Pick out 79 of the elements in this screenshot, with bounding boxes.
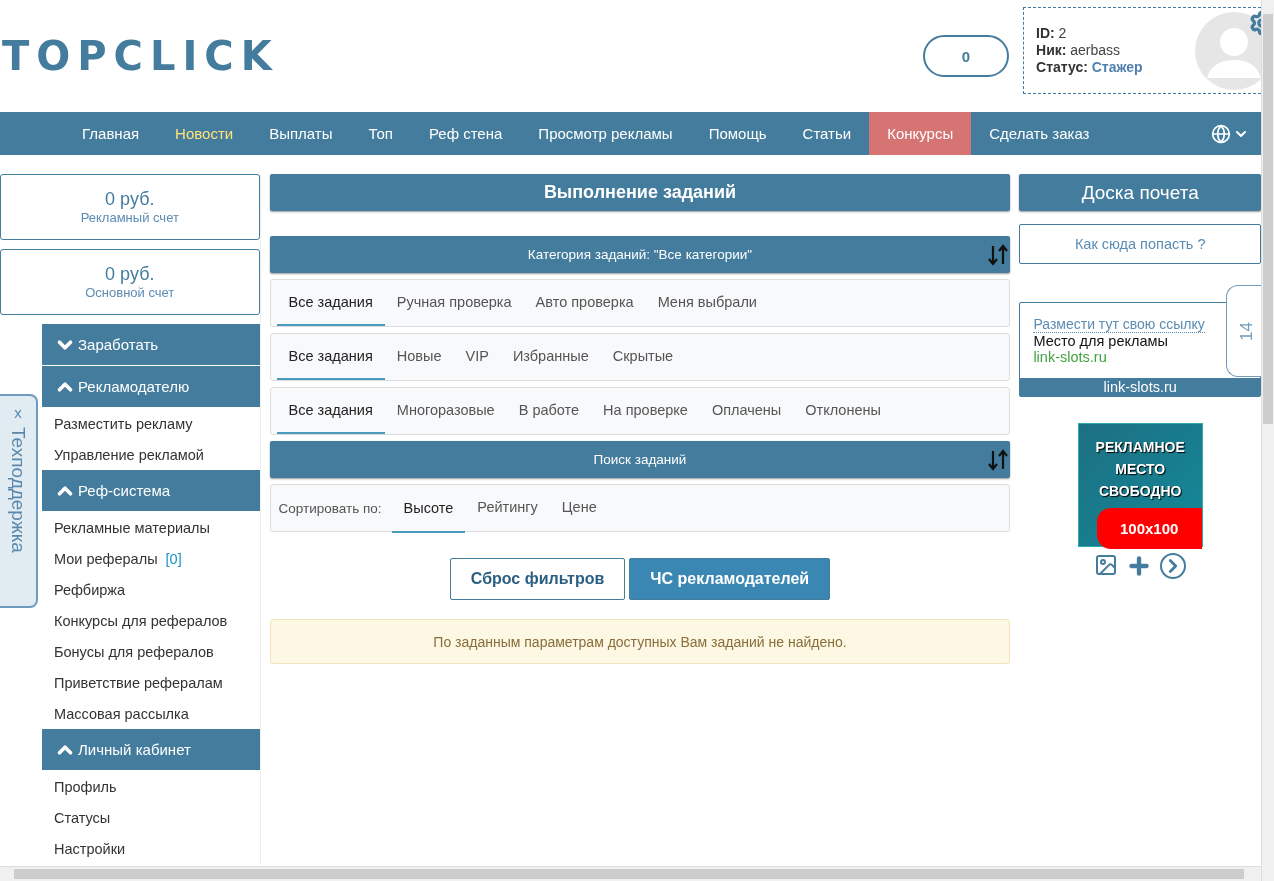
sidebar-item[interactable]: Профиль (42, 771, 260, 802)
banner-text: РЕКЛАМНОЕ (1095, 438, 1185, 457)
sidebar-item-label: Мои рефералы (54, 550, 158, 567)
empty-notice: По заданным параметрам доступных Вам заданий не найдено. (269, 619, 1011, 664)
blacklist-button[interactable]: ЧС рекламодателей (629, 558, 831, 600)
filter-tab[interactable]: Скрытые (600, 334, 686, 380)
site-logo[interactable]: TOPCLICK (2, 33, 279, 79)
banner-size: 100x100 (1096, 508, 1202, 549)
sort-tab[interactable]: Цене (549, 485, 609, 531)
balance-amount: 0 руб. (105, 189, 155, 210)
profile-line: Ник: aerbass (1036, 42, 1122, 58)
nav-link[interactable]: Выплаты (251, 112, 351, 155)
category-bar[interactable]: Категория заданий: "Все категории" (269, 236, 1011, 273)
filter-tab[interactable]: Все задания (276, 334, 385, 380)
ad-text: Место для рекламы (1033, 333, 1169, 349)
sidebar-item[interactable]: Разместить рекламу (42, 408, 260, 439)
nav-link[interactable]: Просмотр рекламы (520, 112, 691, 155)
sidebar-item[interactable]: Рефбиржа (42, 574, 260, 605)
page-title: Выполнение заданий (269, 174, 1011, 211)
search-bar[interactable]: Поиск заданий (269, 441, 1011, 478)
profile-line: Статус: Стажер (1036, 59, 1143, 75)
sidebar-item[interactable]: Приветствие рефералам (42, 667, 260, 698)
ad-link[interactable]: Размести тут свою ссылку (1033, 316, 1205, 333)
support-label: Техподдержка (7, 427, 29, 553)
banner-text: МЕСТО (1115, 460, 1166, 479)
sidebar-section[interactable]: Реф-система (42, 470, 260, 512)
filter-tab[interactable]: Меня выбрали (645, 280, 769, 326)
balance-label[interactable]: Основной счет (85, 285, 175, 300)
filter-tab[interactable]: Оплачены (699, 388, 794, 434)
sort-icon[interactable] (987, 244, 1010, 266)
balance-amount: 0 руб. (105, 264, 155, 285)
filter-tab[interactable]: На проверке (591, 388, 700, 434)
nav-link[interactable]: Топ (350, 112, 411, 155)
sidebar-item[interactable]: Управление рекламой (42, 439, 260, 470)
category-label: Категория заданий: "Все категории" (527, 247, 753, 262)
ad-banner[interactable]: РЕКЛАМНОЕ МЕСТО СВОБОДНО 100x100 (1077, 423, 1203, 547)
nav-link[interactable]: Статьи (784, 112, 870, 155)
sort-tab[interactable]: Рейтингу (465, 485, 550, 531)
nav-link[interactable]: Помощь (690, 112, 785, 155)
ad-url: link-slots.ru (1033, 349, 1108, 365)
sidebar-item[interactable]: Мои рефералы [0] (42, 543, 260, 574)
filter-tab[interactable]: Новые (384, 334, 454, 380)
nav-link[interactable]: Новости (157, 112, 252, 155)
sidebar-item[interactable]: Бонусы для рефералов (42, 636, 260, 667)
sort-label: Сортировать по: (278, 500, 382, 516)
filter-tab[interactable]: Ручная проверка (384, 280, 524, 326)
filter-tab[interactable]: Отклонены (793, 388, 893, 434)
balance-label[interactable]: Рекламный счет (80, 210, 179, 225)
sort-icon[interactable] (987, 449, 1010, 471)
sidebar-item[interactable]: Массовая рассылка (42, 698, 260, 729)
referral-count: [0] (165, 550, 182, 567)
globe-icon (1211, 123, 1231, 144)
next-icon[interactable] (1160, 553, 1187, 579)
counter-button[interactable]: 0 (923, 35, 1009, 77)
filter-tab[interactable]: Избранные (500, 334, 601, 380)
sort-tab[interactable]: Высоте (391, 485, 466, 533)
nav-link[interactable]: Главная (64, 112, 158, 155)
sidebar-item[interactable]: Рекламные материалы (42, 512, 260, 543)
sidebar-item[interactable]: Конкурсы для рефералов (42, 605, 260, 636)
filter-tab[interactable]: Все задания (276, 280, 385, 326)
section-title: Доска почета (1019, 174, 1261, 211)
filter-tab[interactable]: Авто проверка (523, 280, 646, 326)
filter-tab[interactable]: Все задания (276, 388, 385, 434)
ad-footer[interactable]: link-slots.ru (1020, 378, 1260, 396)
filter-tab[interactable]: Многоразовые (384, 388, 507, 434)
filter-tab[interactable]: В работе (506, 388, 592, 434)
filter-tab[interactable]: VIP (453, 334, 501, 380)
sidebar-section[interactable]: Заработать (42, 324, 260, 366)
search-label: Поиск заданий (593, 452, 687, 467)
sidebar-section[interactable]: Личный кабинет (42, 729, 260, 771)
sidebar-item[interactable]: Статусы (42, 802, 260, 833)
sidebar-section[interactable]: Рекламодателю (42, 366, 260, 408)
profile-line: ID: 2 (1036, 25, 1068, 41)
reset-button[interactable]: Сброс фильтров (449, 558, 626, 600)
sidebar-item[interactable]: Настройки (42, 833, 260, 864)
nav-link[interactable]: Сделать заказ (971, 112, 1108, 155)
banner-text: СВОБОДНО (1098, 482, 1182, 501)
nav-link[interactable]: Реф стена (410, 112, 521, 155)
how-link[interactable]: Как сюда попасть ? (1019, 224, 1261, 264)
